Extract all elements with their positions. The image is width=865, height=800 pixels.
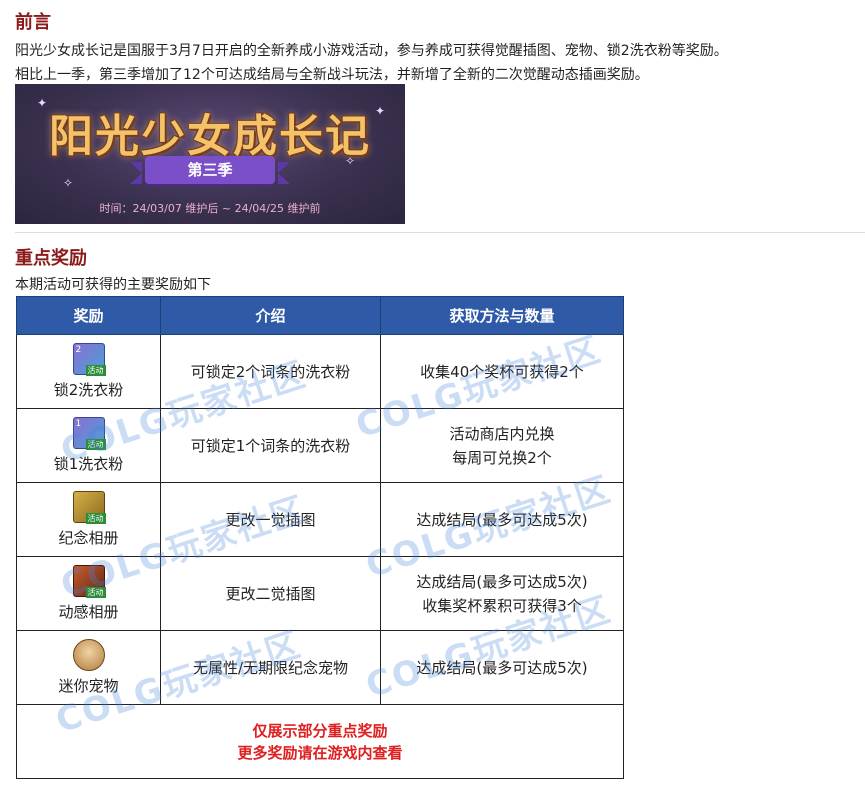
lock-card-icon: 1 活动 [72, 417, 106, 450]
reward-method-line: 活动商店内兑换 [449, 424, 555, 443]
pet-icon [72, 639, 105, 671]
reward-cell: 迷你宠物 [16, 630, 161, 705]
event-tag: 活动 [85, 513, 106, 524]
rewards-subtitle: 本期活动可获得的主要奖励如下 [15, 277, 211, 293]
ribbon-tail [130, 162, 142, 184]
table-row: 活动 动感相册 更改二觉插图 达成结局(最多可达成5次) 收集奖杯累积可获得3个 [16, 556, 624, 631]
reward-cell: 2 活动锁2洗衣粉 [16, 334, 161, 409]
reward-method-cell: 达成结局(最多可达成5次) [380, 630, 624, 705]
dynamic-album-icon: 活动 [72, 565, 106, 598]
event-banner-image: ✦ ✦ ✧ ✧ 阳光少女成长记 第三季 时间：24/03/07 维护后 ~ 24… [15, 84, 405, 224]
reward-name: 迷你宠物 [58, 677, 119, 695]
reward-method-line: 达成结局(最多可达成5次) [416, 572, 588, 591]
reward-method-cell: 达成结局(最多可达成5次) 收集奖杯累积可获得3个 [380, 556, 624, 631]
reward-cell: 活动动感相册 [16, 556, 161, 631]
table-footer-row: 仅展示部分重点奖励 更多奖励请在游戏内查看 [16, 704, 624, 779]
reward-method-cell: 活动商店内兑换 每周可兑换2个 [380, 408, 624, 483]
banner-season-ribbon: 第三季 [145, 156, 275, 184]
reward-name: 纪念相册 [58, 529, 119, 547]
reward-method-line: 达成结局(最多可达成5次) [416, 658, 588, 677]
intro-heading: 前言 [15, 12, 51, 33]
intro-paragraph-2: 相比上一季，第三季增加了12个可达成结局与全新战斗玩法，并新增了全新的二次觉醒动… [15, 67, 649, 83]
intro-paragraph-1: 阳光少女成长记是国服于3月7日开启的全新养成小游戏活动，参与养成可获得觉醒插图、… [15, 43, 728, 59]
reward-name: 动感相册 [58, 603, 119, 621]
sparkle-icon: ✧ [63, 176, 74, 190]
album-icon: 活动 [72, 491, 106, 524]
lock-count-label: 1 [75, 419, 82, 429]
footer-line-1: 仅展示部分重点奖励 [252, 721, 388, 740]
reward-method-cell: 达成结局(最多可达成5次) [380, 482, 624, 557]
section-divider [15, 232, 865, 233]
ribbon-tail [278, 162, 290, 184]
reward-name: 锁2洗衣粉 [53, 381, 124, 399]
reward-intro: 更改一觉插图 [160, 482, 381, 557]
reward-cell: 活动纪念相册 [16, 482, 161, 557]
lock-card-icon: 2 活动 [72, 343, 106, 376]
reward-intro: 无属性/无期限纪念宠物 [160, 630, 381, 705]
reward-method-line: 收集奖杯累积可获得3个 [422, 596, 582, 615]
footer-line-2: 更多奖励请在游戏内查看 [237, 743, 403, 762]
reward-name: 锁1洗衣粉 [53, 455, 124, 473]
banner-title: 阳光少女成长记 [49, 111, 371, 162]
column-header-reward: 奖励 [16, 296, 161, 335]
banner-time: 时间：24/03/07 维护后 ~ 24/04/25 维护前 [99, 202, 321, 215]
event-tag: 活动 [85, 439, 106, 450]
reward-method-cell: 收集40个奖杯可获得2个 [380, 334, 624, 409]
rewards-table: 奖励 介绍 获取方法与数量 2 活动 锁2洗衣粉 可锁定2个词条的洗衣粉 收集40个奖杯… [16, 296, 624, 779]
table-row: 1 活动 锁1洗衣粉 可锁定1个词条的洗衣粉 活动商店内兑换 每周可兑换2个 [16, 408, 624, 483]
event-tag: 活动 [85, 587, 106, 598]
lock-count-label: 2 [75, 345, 82, 355]
table-row: 2 活动 锁2洗衣粉 可锁定2个词条的洗衣粉 收集40个奖杯可获得2个 [16, 334, 624, 409]
table-header-row: 奖励 介绍 获取方法与数量 [16, 296, 624, 335]
table-row: 活动 纪念相册 更改一觉插图 达成结局(最多可达成5次) [16, 482, 624, 557]
event-tag: 活动 [85, 365, 106, 376]
column-header-method: 获取方法与数量 [380, 296, 624, 335]
reward-cell: 1 活动锁1洗衣粉 [16, 408, 161, 483]
reward-method-line: 收集40个奖杯可获得2个 [420, 362, 584, 381]
reward-method-line: 每周可兑换2个 [452, 448, 552, 467]
footer-note: 仅展示部分重点奖励 更多奖励请在游戏内查看 [16, 704, 624, 779]
reward-intro: 可锁定2个词条的洗衣粉 [160, 334, 381, 409]
reward-intro: 更改二觉插图 [160, 556, 381, 631]
table-row: 迷你宠物 无属性/无期限纪念宠物 达成结局(最多可达成5次) [16, 630, 624, 705]
rewards-heading: 重点奖励 [15, 248, 87, 269]
reward-method-line: 达成结局(最多可达成5次) [416, 510, 588, 529]
reward-intro: 可锁定1个词条的洗衣粉 [160, 408, 381, 483]
column-header-intro: 介绍 [160, 296, 381, 335]
